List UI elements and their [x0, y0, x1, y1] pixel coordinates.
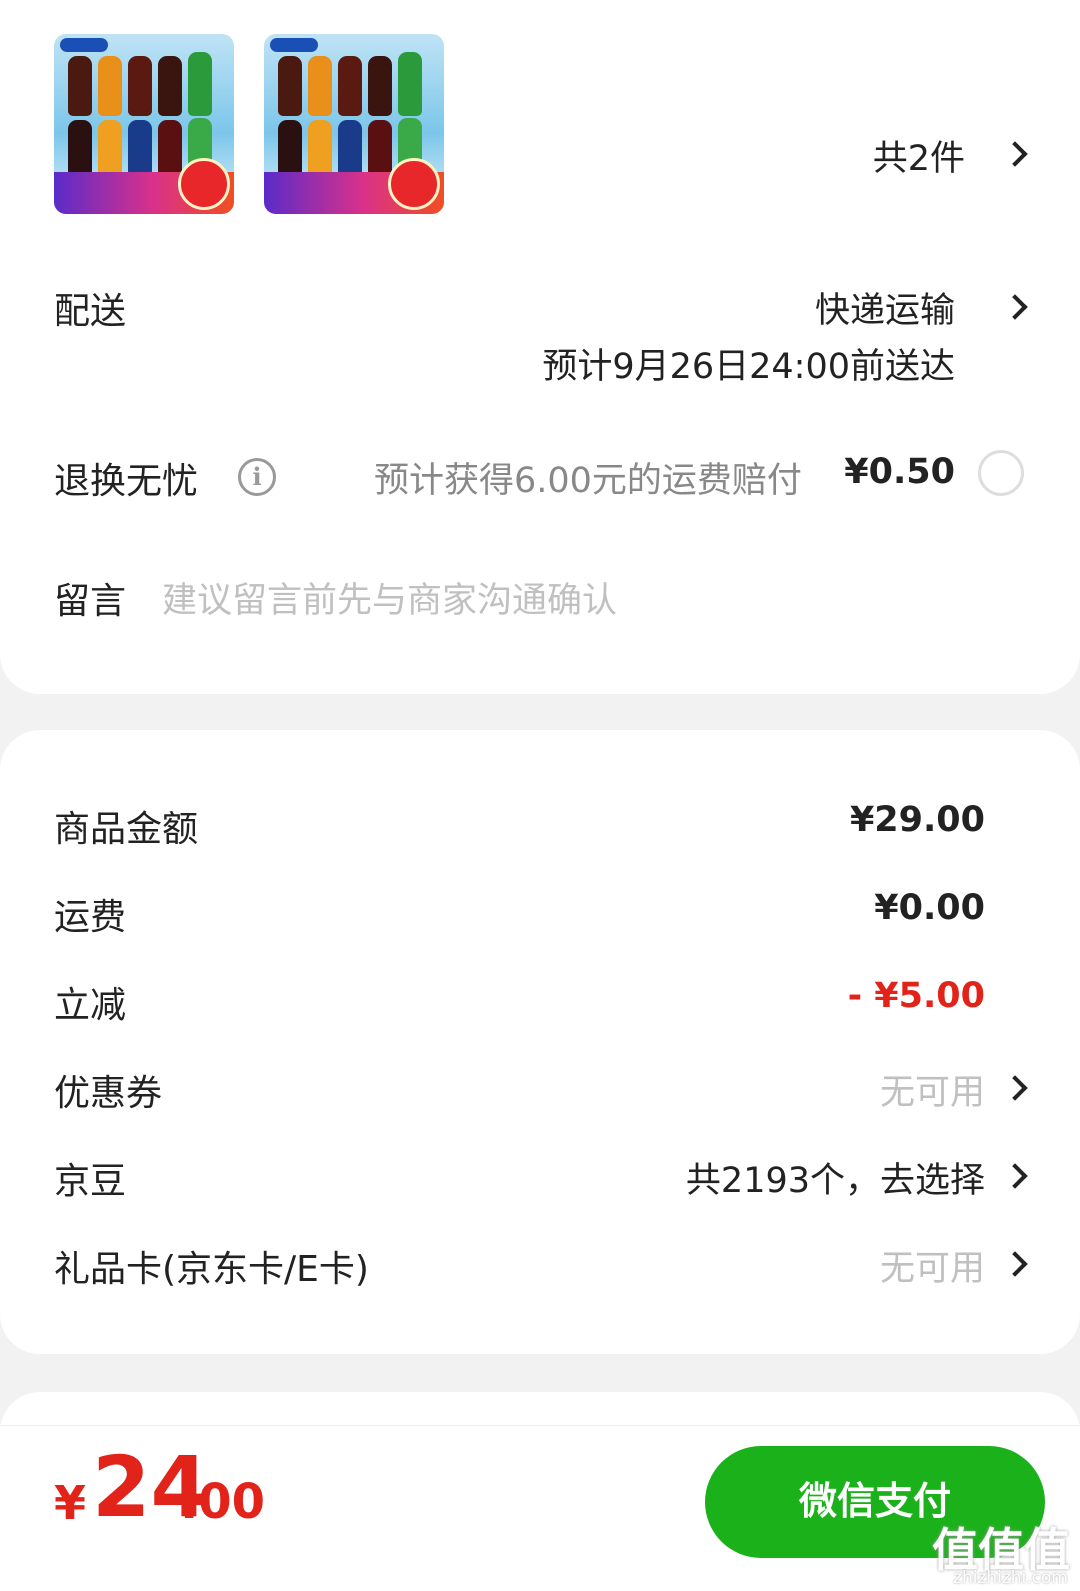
- discount-label: 立减: [54, 985, 127, 1026]
- product-thumbnail[interactable]: [54, 34, 234, 214]
- delivery-label: 配送: [54, 291, 127, 332]
- shipping-value: ¥0.00: [874, 888, 985, 928]
- giftcard-label: 礼品卡(京东卡/E卡): [54, 1249, 369, 1290]
- total-price-decimal: .00: [180, 1474, 266, 1530]
- official-badge-icon: [388, 158, 440, 210]
- chevron-right-icon[interactable]: [1002, 294, 1028, 320]
- shipping-label: 运费: [54, 897, 127, 938]
- bottles-image: [278, 48, 438, 176]
- coupon-value[interactable]: 无可用: [880, 1064, 985, 1115]
- discount-value: - ¥5.00: [847, 976, 985, 1016]
- order-items-card: 共2件 配送 快递运输 预计9月26日24:00前送达 退换无忧 i 预计获得6…: [0, 0, 1080, 694]
- chevron-right-icon[interactable]: [1002, 1075, 1028, 1101]
- return-insurance-price: ¥0.50: [844, 452, 955, 492]
- goods-amount-label: 商品金额: [54, 809, 199, 850]
- return-worry-free-label: 退换无忧: [54, 461, 199, 502]
- message-label: 留言: [54, 581, 127, 622]
- message-input[interactable]: 建议留言前先与商家沟通确认: [162, 572, 617, 623]
- watermark-url: zhizhizhi.com: [953, 1568, 1068, 1588]
- coupon-label: 优惠券: [54, 1073, 163, 1114]
- official-badge-icon: [178, 158, 230, 210]
- chevron-right-icon[interactable]: [1002, 1251, 1028, 1277]
- total-currency: ¥: [54, 1476, 87, 1530]
- return-compensation-note: 预计获得6.00元的运费赔付: [374, 461, 802, 501]
- jingdou-value[interactable]: 共2193个，去选择: [686, 1152, 985, 1203]
- product-thumbnail[interactable]: [264, 34, 444, 214]
- checkout-bar: ¥ 24 .00 微信支付: [0, 1425, 1080, 1591]
- jingdou-label: 京豆: [54, 1161, 127, 1202]
- item-count[interactable]: 共2件: [873, 130, 965, 181]
- delivery-method[interactable]: 快递运输: [815, 282, 955, 333]
- chevron-right-icon[interactable]: [1002, 1163, 1028, 1189]
- info-icon[interactable]: i: [238, 458, 276, 496]
- price-summary-card: 商品金额 ¥29.00 运费 ¥0.00 立减 - ¥5.00 优惠券 无可用 …: [0, 730, 1080, 1354]
- giftcard-value[interactable]: 无可用: [880, 1240, 985, 1291]
- delivery-eta: 预计9月26日24:00前送达: [542, 347, 955, 387]
- chevron-right-icon[interactable]: [1002, 141, 1028, 167]
- return-insurance-radio[interactable]: [978, 450, 1024, 496]
- bottles-image: [68, 48, 228, 176]
- goods-amount-value: ¥29.00: [849, 800, 985, 840]
